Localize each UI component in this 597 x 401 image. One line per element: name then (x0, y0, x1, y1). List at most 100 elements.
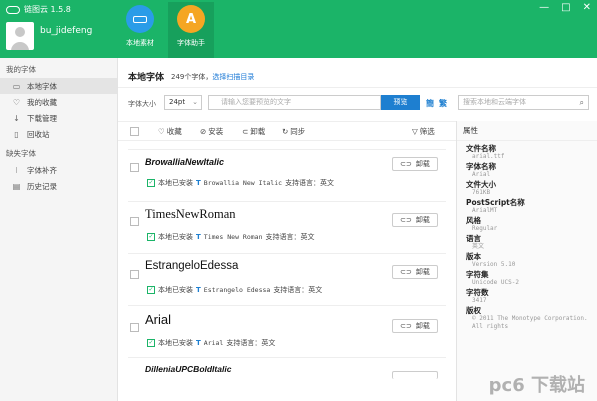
nav-label: 字体助手 (177, 39, 205, 47)
font-assistant-icon: A (177, 5, 205, 33)
download-icon: ↓ (13, 113, 20, 123)
link-icon: ⊂⊃ (400, 268, 412, 276)
close-icon[interactable]: ✕ (583, 2, 591, 13)
check-icon: ✓ (147, 179, 155, 187)
simplified-toggle[interactable]: 簡 (426, 98, 434, 109)
monitor-icon: ▭ (12, 81, 21, 91)
attr-key: 版权 (466, 306, 481, 315)
page-title: 本地字体 (128, 73, 165, 83)
filter-button[interactable]: ▽ 筛选 (412, 126, 435, 137)
row-checkbox[interactable] (130, 217, 139, 226)
uninstall-button[interactable]: ⊂⊃ 卸载 (392, 157, 438, 171)
sidebar-section-title: 我的字体 (6, 65, 36, 74)
attr-value: Unicode UCS-2 (472, 279, 519, 286)
sync-button[interactable]: ↻ 同步 (282, 126, 305, 137)
sidebar-item-history[interactable]: ▤ 历史记录 (0, 178, 117, 194)
minimize-icon[interactable]: — (539, 2, 549, 13)
check-icon: ✓ (147, 233, 155, 241)
uninstall-button[interactable]: ⊂⊃ 卸载 (392, 319, 438, 333)
font-size-select[interactable]: 24pt ⌄ (164, 95, 202, 110)
avatar[interactable] (6, 22, 34, 50)
link-icon: ⊂ (242, 127, 249, 136)
list-toolbar: ♡ 收藏 ⊘ 安装 ⊂ 卸载 ↻ 同步 ▽ 筛选 (118, 121, 456, 141)
truetype-icon: T (196, 339, 201, 347)
attr-value: 3417 (472, 297, 487, 304)
attr-key: 字体名称 (466, 162, 496, 171)
truetype-icon: T (196, 179, 201, 187)
sidebar-item-local-fonts[interactable]: ▭ 本地字体 (0, 78, 117, 94)
sidebar-item-recycle-bin[interactable]: ▯ 回收站 (0, 126, 117, 142)
font-meta: ✓ 本地已安装 T Estrangelo Edessa 支持语言：英文 (147, 286, 323, 294)
font-row[interactable]: Arial ✓ 本地已安装 T Arial 支持语言：英文 ⊂⊃ 卸载 (118, 305, 456, 359)
attr-key: 文件大小 (466, 180, 496, 189)
sidebar-item-font-complete[interactable]: ⁝ 字体补齐 (0, 162, 117, 178)
font-name: EstrangeloEdessa (145, 260, 239, 272)
attr-key: 版本 (466, 252, 481, 261)
uninstall-button[interactable]: ⊂⊃ 卸载 (392, 213, 438, 227)
sidebar-item-downloads[interactable]: ↓ 下载管理 (0, 110, 117, 126)
watermark: pc6 下载站 (488, 375, 585, 396)
link-icon: ⊂⊃ (400, 160, 412, 168)
attr-value: arial.ttf (472, 153, 505, 160)
attr-value: Arial (472, 171, 491, 178)
chevron-down-icon: ⌄ (192, 98, 198, 106)
select-all-checkbox[interactable] (130, 127, 139, 136)
uninstall-button[interactable]: ⊂ 卸载 (242, 126, 265, 137)
nav-local-assets[interactable]: 本地素材 (117, 2, 163, 58)
check-icon: ✓ (147, 339, 155, 347)
sync-icon: ↻ (282, 127, 289, 136)
font-name: BrowalliaNewItalic (145, 157, 225, 167)
search-input[interactable]: 搜索本地和云端字体 ⌕ (458, 95, 589, 110)
preview-text-input[interactable]: 请输入您要预览的文字 (208, 95, 381, 110)
font-meta: ✓ 本地已安装 T Times New Roman 支持语言：英文 (147, 233, 315, 241)
attr-key: 语言 (466, 234, 481, 243)
install-button[interactable]: ⊘ 安装 (200, 126, 223, 137)
scan-directory-link[interactable]: 选择扫描目录 (212, 73, 254, 81)
row-checkbox[interactable] (130, 323, 139, 332)
font-name: TimesNewRoman (145, 207, 236, 221)
puzzle-icon: ⁝ (15, 165, 18, 175)
preview-button[interactable]: 预览 (381, 95, 420, 110)
favorite-button[interactable]: ♡ 收藏 (158, 126, 182, 137)
sidebar: 我的字体 ▭ 本地字体 ♡ 我的收藏 ↓ 下载管理 ▯ 回收站 缺失字体 ⁝ 字… (0, 58, 118, 401)
font-count: 249个字体，选择扫描目录 (171, 73, 255, 81)
font-row[interactable]: DilleniaUPCBoldItalic (118, 357, 456, 401)
font-row[interactable]: BrowalliaNewItalic ✓ 本地已安装 T Browallia N… (118, 149, 456, 203)
font-row[interactable]: EstrangeloEdessa ✓ 本地已安装 T Estrangelo Ed… (118, 253, 456, 307)
sidebar-section-title: 缺失字体 (6, 149, 36, 158)
title-bar: 链图云 1.5.8 — □ ✕ bu_jidefeng 本地素材 A 字体助手 (0, 0, 597, 58)
font-name: Arial (145, 312, 172, 327)
font-meta: ✓ 本地已安装 T Browallia New Italic 支持语言：英文 (147, 179, 335, 187)
truetype-icon: T (196, 233, 201, 241)
link-icon: ⊂⊃ (400, 322, 412, 330)
heart-icon: ♡ (158, 127, 165, 136)
link-icon: ⊂⊃ (400, 216, 412, 224)
font-row[interactable]: TimesNewRoman ✓ 本地已安装 T Times New Roman … (118, 201, 456, 255)
attr-key: 字符集 (466, 270, 489, 279)
uninstall-button-partial[interactable] (392, 371, 438, 379)
attr-key: PostScript名称 (466, 198, 525, 207)
trash-icon: ▯ (14, 129, 19, 139)
attr-key: 文件名称 (466, 144, 496, 153)
attributes-panel: 属性 文件名称 arial.ttf 字体名称 Arial 文件大小 761KB … (456, 121, 597, 401)
attr-value: 英文 (472, 243, 485, 250)
app-title: 链图云 1.5.8 (24, 5, 71, 14)
install-icon: ⊘ (200, 127, 207, 136)
app-logo: 链图云 1.5.8 (6, 4, 71, 15)
nav-label: 本地素材 (126, 39, 154, 47)
window-controls: — □ ✕ (539, 2, 591, 13)
nav-font-assistant[interactable]: A 字体助手 (168, 2, 214, 58)
font-name: DilleniaUPCBoldItalic (145, 364, 232, 374)
sidebar-item-favorites[interactable]: ♡ 我的收藏 (0, 94, 117, 110)
search-icon[interactable]: ⌕ (580, 96, 584, 109)
attr-value: © 2011 The Monotype Corporation. All rig… (472, 315, 588, 330)
check-icon: ✓ (147, 286, 155, 294)
maximize-icon[interactable]: □ (561, 2, 570, 13)
cloud-link-icon (6, 5, 20, 14)
username: bu_jidefeng (40, 26, 93, 36)
uninstall-button[interactable]: ⊂⊃ 卸载 (392, 265, 438, 279)
row-checkbox[interactable] (130, 270, 139, 279)
traditional-toggle[interactable]: 繁 (439, 98, 447, 109)
row-checkbox[interactable] (130, 163, 139, 172)
disk-icon (126, 5, 154, 33)
